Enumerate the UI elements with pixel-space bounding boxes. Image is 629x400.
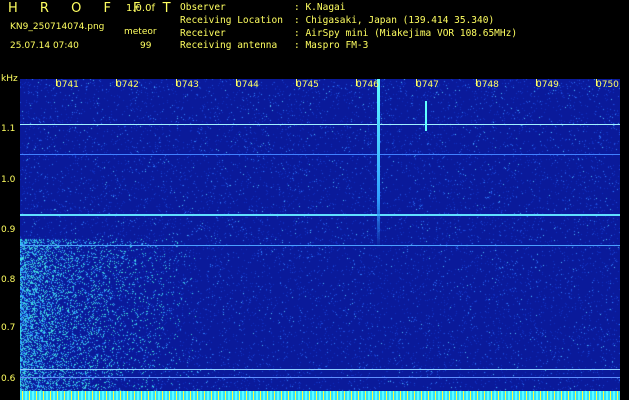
datetime-label: 25.07.14 07:40: [10, 41, 79, 51]
carrier-line: [20, 214, 620, 216]
info-key: Receiving Location: [180, 15, 283, 26]
y-tick-label: 0.7: [1, 323, 16, 333]
x-tick-label: 0746: [356, 80, 379, 90]
info-row-observer: Observer : K.Nagai: [180, 2, 345, 13]
meteor-echo: [377, 79, 380, 249]
carrier-line: [20, 124, 620, 125]
info-value: : Chigasaki, Japan (139.414 35.340): [294, 15, 495, 26]
y-tick-label: 0.8: [1, 275, 16, 285]
right-margin: [620, 79, 629, 400]
x-tick-label: 0744: [236, 80, 259, 90]
carrier-line: [20, 377, 620, 378]
x-tick-label: 0747: [416, 80, 439, 90]
version-label: 1.0.0f: [126, 3, 155, 14]
header-panel: H R O F F T 1.0.0f KN9_250714074.png met…: [0, 0, 629, 75]
info-row-antenna: Receiving antenna : Maspro FM-3: [180, 40, 368, 51]
x-tick-label: 0749: [536, 80, 559, 90]
info-key: Receiving antenna: [180, 40, 278, 51]
info-row-location: Receiving Location : Chigasaki, Japan (13…: [180, 15, 494, 26]
carrier-line: [20, 245, 620, 246]
carrier-line: [20, 369, 620, 370]
x-tick-label: 0745: [296, 80, 319, 90]
y-tick-label: 1.0: [1, 175, 16, 185]
filename-label: KN9_250714074.png: [10, 22, 105, 32]
info-key: Observer: [180, 2, 226, 13]
info-value: : Maspro FM-3: [294, 40, 369, 51]
x-tick-label: 0748: [476, 80, 499, 90]
info-row-receiver: Receiver : AirSpy mini (Miakejima VOR 108…: [180, 28, 517, 39]
spectrogram-noise: [20, 79, 620, 400]
spectrogram-plot: 0741 0742 0743 0744 0745 0746 0747 0748 …: [20, 79, 620, 400]
x-tick-label: 0742: [116, 80, 139, 90]
mode-label: meteor: [124, 27, 157, 37]
x-tick-label: 0750: [596, 80, 619, 90]
y-tick-label: 0.9: [1, 225, 16, 235]
y-tick-label: 1.1: [1, 124, 16, 134]
info-value: : AirSpy mini (Miakejima VOR 108.65MHz): [294, 28, 518, 39]
x-tick-label: 0741: [56, 80, 79, 90]
y-tick-label: 0.6: [1, 374, 16, 384]
carrier-line: [20, 154, 620, 155]
meteor-echo: [425, 101, 427, 131]
info-key: Receiver: [180, 28, 226, 39]
y-axis-unit: kHz: [1, 74, 18, 84]
count-label: 99: [140, 41, 152, 51]
baseline-strip: [20, 391, 620, 400]
x-tick-label: 0743: [176, 80, 199, 90]
info-value: : K.Nagai: [294, 2, 346, 13]
